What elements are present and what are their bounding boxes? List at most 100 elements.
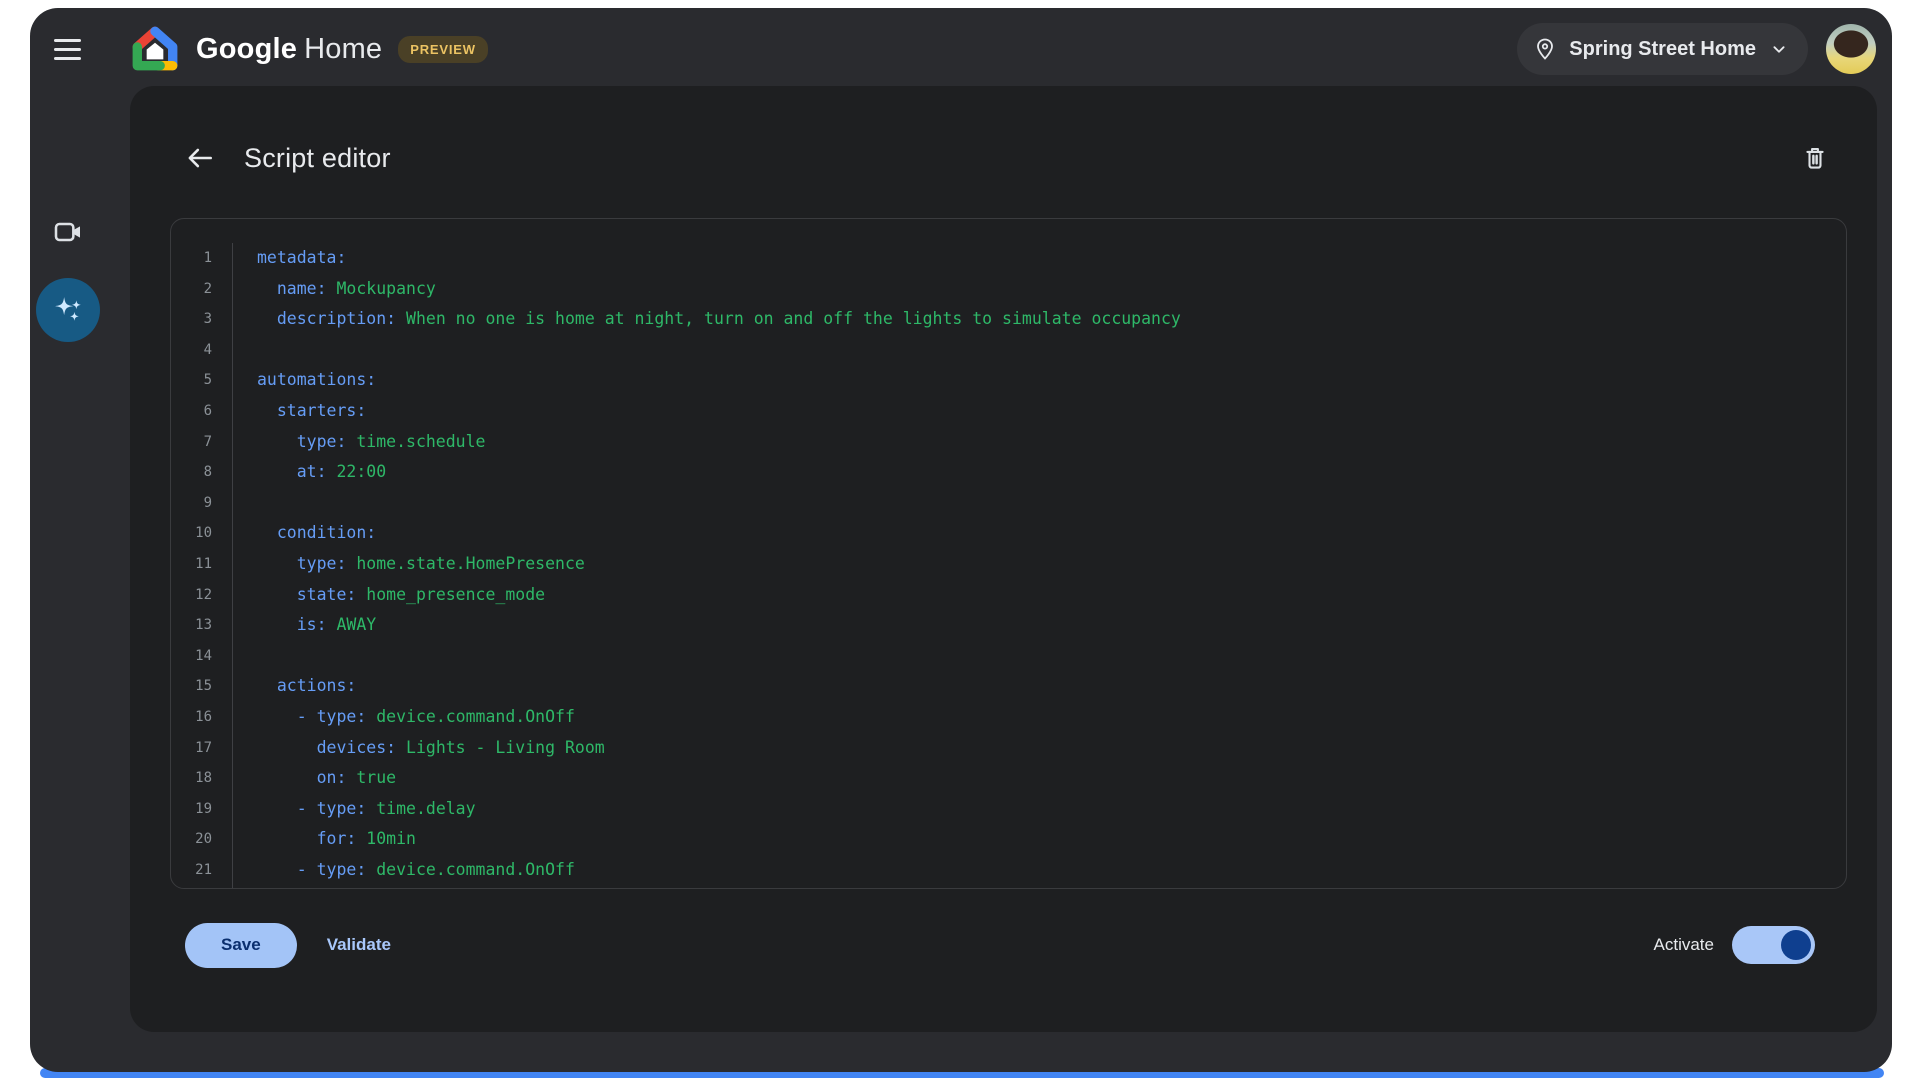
code-text: is: AWAY — [233, 610, 376, 641]
line-number: 9 — [171, 488, 233, 519]
menu-icon[interactable] — [54, 29, 94, 69]
back-arrow-icon — [185, 143, 215, 173]
code-line[interactable]: 4 — [171, 335, 1846, 366]
code-line[interactable]: 1metadata: — [171, 243, 1846, 274]
app-window: GoogleHome PREVIEW Spring Street Home — [30, 8, 1892, 1072]
code-text — [233, 488, 257, 519]
line-number: 4 — [171, 335, 233, 366]
validate-button[interactable]: Validate — [327, 935, 391, 955]
editor-footer: Save Validate Activate — [185, 920, 1815, 970]
line-number: 15 — [171, 671, 233, 702]
code-line[interactable]: 19 - type: time.delay — [171, 794, 1846, 825]
line-number: 6 — [171, 396, 233, 427]
code-line[interactable]: 10 condition: — [171, 518, 1846, 549]
code-line[interactable]: 15 actions: — [171, 671, 1846, 702]
code-text: devices: Lights - Living Room — [233, 885, 605, 889]
code-line[interactable]: 13 is: AWAY — [171, 610, 1846, 641]
app-title-google: Google — [196, 33, 297, 65]
code-line[interactable]: 5automations: — [171, 365, 1846, 396]
line-number: 13 — [171, 610, 233, 641]
code-line[interactable]: 17 devices: Lights - Living Room — [171, 733, 1846, 764]
activate-toggle-knob — [1781, 930, 1811, 960]
home-selector-label: Spring Street Home — [1569, 38, 1756, 61]
google-home-logo — [130, 24, 180, 74]
code-line[interactable]: 21 - type: device.command.OnOff — [171, 855, 1846, 886]
trash-icon — [1801, 144, 1829, 172]
code-text: type: home.state.HomePresence — [233, 549, 585, 580]
location-pin-icon — [1533, 37, 1557, 61]
activate-label: Activate — [1654, 935, 1714, 955]
code-text: description: When no one is home at nigh… — [233, 304, 1181, 335]
line-number: 1 — [171, 243, 233, 274]
line-number: 14 — [171, 641, 233, 672]
code-line[interactable]: 20 for: 10min — [171, 824, 1846, 855]
sparkles-icon — [50, 292, 86, 328]
line-number: 12 — [171, 580, 233, 611]
line-number: 17 — [171, 733, 233, 764]
code-line[interactable]: 3 description: When no one is home at ni… — [171, 304, 1846, 335]
page-title: Script editor — [244, 143, 391, 174]
code-line[interactable]: 22 devices: Lights - Living Room — [171, 885, 1846, 889]
script-editor-card: Script editor 1metadata:2 name: Mockupan… — [130, 86, 1877, 1032]
code-text: actions: — [233, 671, 356, 702]
user-avatar[interactable] — [1826, 24, 1876, 74]
line-number: 10 — [171, 518, 233, 549]
code-line[interactable]: 8 at: 22:00 — [171, 457, 1846, 488]
chevron-down-icon — [1768, 38, 1790, 60]
code-line[interactable]: 7 type: time.schedule — [171, 427, 1846, 458]
code-line[interactable]: 2 name: Mockupancy — [171, 274, 1846, 305]
line-number: 7 — [171, 427, 233, 458]
code-line[interactable]: 18 on: true — [171, 763, 1846, 794]
line-number: 22 — [171, 885, 233, 889]
code-text: metadata: — [233, 243, 346, 274]
code-line[interactable]: 9 — [171, 488, 1846, 519]
line-number: 19 — [171, 794, 233, 825]
line-number: 8 — [171, 457, 233, 488]
code-text: automations: — [233, 365, 376, 396]
top-bar: GoogleHome PREVIEW Spring Street Home — [30, 8, 1892, 90]
camera-icon — [52, 216, 84, 248]
app-title-home: Home — [304, 33, 382, 65]
code-line[interactable]: 6 starters: — [171, 396, 1846, 427]
line-number: 20 — [171, 824, 233, 855]
back-button[interactable] — [178, 136, 222, 180]
home-selector[interactable]: Spring Street Home — [1517, 23, 1808, 75]
code-line[interactable]: 12 state: home_presence_mode — [171, 580, 1846, 611]
camera-button[interactable] — [44, 208, 92, 256]
line-number: 21 — [171, 855, 233, 886]
code-text: type: time.schedule — [233, 427, 485, 458]
line-number: 16 — [171, 702, 233, 733]
delete-button[interactable] — [1793, 136, 1837, 180]
line-number: 11 — [171, 549, 233, 580]
code-text: - type: time.delay — [233, 794, 476, 825]
code-text: - type: device.command.OnOff — [233, 702, 575, 733]
preview-badge: PREVIEW — [398, 36, 488, 63]
code-line[interactable]: 16 - type: device.command.OnOff — [171, 702, 1846, 733]
code-line[interactable]: 11 type: home.state.HomePresence — [171, 549, 1846, 580]
code-text — [233, 335, 257, 366]
page: GoogleHome PREVIEW Spring Street Home — [0, 0, 1920, 1080]
line-number: 5 — [171, 365, 233, 396]
code-lines: 1metadata:2 name: Mockupancy3 descriptio… — [171, 243, 1846, 889]
code-text — [233, 641, 257, 672]
save-button[interactable]: Save — [185, 923, 297, 968]
code-text: devices: Lights - Living Room — [233, 733, 605, 764]
line-number: 2 — [171, 274, 233, 305]
code-text: for: 10min — [233, 824, 416, 855]
line-number: 18 — [171, 763, 233, 794]
activate-toggle[interactable] — [1732, 926, 1815, 964]
line-number: 3 — [171, 304, 233, 335]
code-text: on: true — [233, 763, 396, 794]
code-line[interactable]: 14 — [171, 641, 1846, 672]
code-text: starters: — [233, 396, 366, 427]
code-text: - type: device.command.OnOff — [233, 855, 575, 886]
code-text: name: Mockupancy — [233, 274, 436, 305]
assistant-button[interactable] — [36, 278, 100, 342]
code-text: state: home_presence_mode — [233, 580, 545, 611]
app-title: GoogleHome — [196, 33, 382, 66]
code-editor[interactable]: 1metadata:2 name: Mockupancy3 descriptio… — [170, 218, 1847, 889]
code-text: at: 22:00 — [233, 457, 386, 488]
card-header: Script editor — [178, 132, 1837, 184]
left-rail — [30, 90, 130, 1072]
code-text: condition: — [233, 518, 376, 549]
